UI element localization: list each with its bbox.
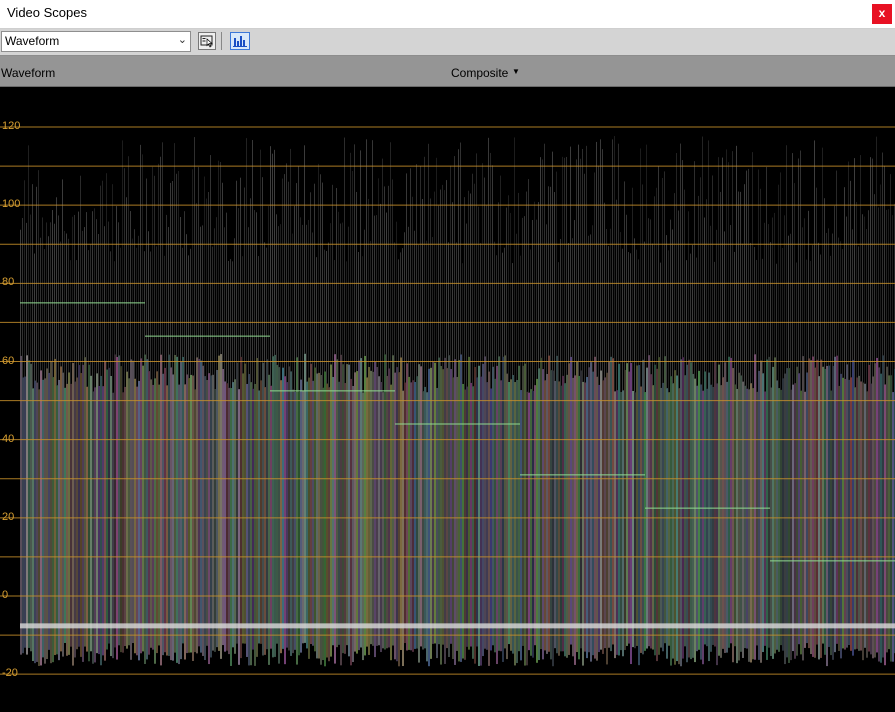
waveform-plot: [0, 126, 895, 675]
waveform-display: 120 100 80 60 40 20 0 -20: [0, 87, 895, 712]
scope-label: Waveform: [1, 66, 56, 80]
settings-icon: [200, 35, 213, 48]
y-tick-label: 100: [2, 198, 21, 211]
y-tick-label: 60: [2, 354, 15, 367]
settings-button[interactable]: [198, 32, 216, 50]
mode-dropdown[interactable]: Composite: [451, 66, 508, 80]
y-tick-label: 120: [2, 120, 21, 132]
scope-type-select[interactable]: Waveform ⌄: [1, 31, 191, 52]
update-scopes-icon: [233, 36, 247, 47]
update-scopes-button[interactable]: [230, 32, 250, 50]
waveform-trace: [20, 136, 895, 667]
y-tick-label: 40: [2, 432, 15, 445]
chevron-down-icon: ⌄: [177, 34, 187, 46]
y-tick-label: 20: [2, 510, 15, 523]
toolbar: Waveform ⌄: [0, 28, 895, 56]
scope-header: Waveform Composite ▼: [0, 56, 895, 87]
scope-type-value: Waveform: [5, 34, 60, 48]
y-tick-label: 0: [2, 589, 9, 601]
toolbar-separator: [221, 32, 222, 50]
close-button[interactable]: x: [872, 4, 892, 24]
window-title: Video Scopes: [7, 5, 87, 20]
y-tick-label: -20: [2, 667, 18, 680]
y-tick-label: 80: [2, 276, 15, 289]
dropdown-arrow-icon[interactable]: ▼: [512, 67, 520, 76]
title-bar: Video Scopes x: [0, 0, 895, 28]
